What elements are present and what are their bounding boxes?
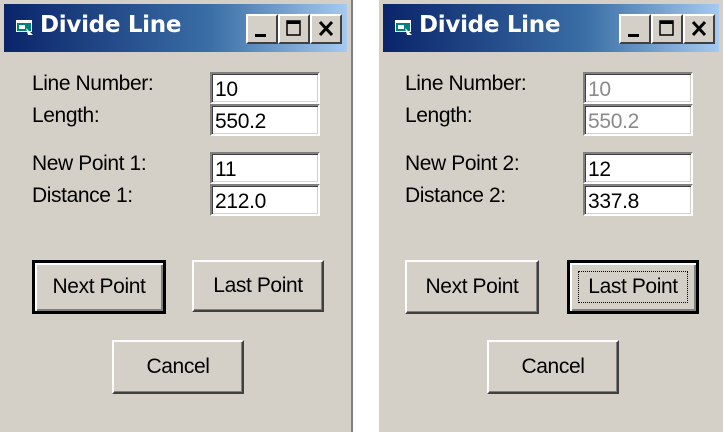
maximize-icon: [286, 20, 301, 36]
close-button[interactable]: [683, 14, 715, 44]
window-title: Divide Line: [419, 12, 561, 38]
last-point-label: Last Point: [213, 274, 303, 297]
minimize-icon: [628, 34, 639, 37]
length-field: 550.2: [583, 104, 693, 136]
minimize-button[interactable]: [246, 14, 278, 44]
next-point-button[interactable]: Next Point: [405, 260, 539, 314]
maximize-button[interactable]: [278, 14, 310, 44]
line-number-label: Line Number:: [32, 72, 154, 95]
line-number-label: Line Number:: [405, 72, 527, 95]
close-icon: [691, 20, 707, 37]
new-point-field[interactable]: 11: [210, 152, 320, 184]
maximize-button[interactable]: [651, 14, 683, 44]
cancel-label: Cancel: [521, 355, 585, 378]
length-field[interactable]: 550.2: [210, 104, 320, 136]
divide-line-dialog-right: Divide Line Line Number: Length: New Poi…: [377, 0, 723, 432]
length-label: Length:: [32, 104, 100, 127]
next-point-button[interactable]: Next Point: [32, 260, 166, 314]
distance-field[interactable]: 212.0: [210, 184, 320, 216]
last-point-button[interactable]: Last Point: [567, 260, 699, 314]
next-point-label: Next Point: [52, 275, 146, 298]
minimize-button[interactable]: [619, 14, 651, 44]
next-point-label: Next Point: [425, 275, 519, 298]
distance-label: Distance 2:: [405, 184, 506, 207]
cancel-button[interactable]: Cancel: [487, 340, 619, 394]
close-icon: [318, 20, 334, 37]
app-icon: [16, 20, 33, 35]
maximize-icon: [659, 20, 674, 36]
distance-label: Distance 1:: [32, 184, 133, 207]
minimize-icon: [255, 34, 266, 37]
line-number-field[interactable]: 10: [210, 72, 320, 104]
last-point-label: Last Point: [588, 275, 678, 298]
close-button[interactable]: [310, 14, 342, 44]
title-bar[interactable]: Divide Line: [383, 4, 719, 52]
window-title: Divide Line: [40, 12, 182, 38]
last-point-button[interactable]: Last Point: [192, 260, 324, 312]
cancel-label: Cancel: [146, 355, 210, 378]
cancel-button[interactable]: Cancel: [112, 340, 244, 394]
new-point-label: New Point 1:: [32, 152, 147, 175]
divide-line-dialog-left: Divide Line Line Number: Length: New Poi…: [0, 0, 353, 432]
new-point-label: New Point 2:: [405, 152, 520, 175]
new-point-field[interactable]: 12: [583, 152, 693, 184]
title-bar[interactable]: Divide Line: [4, 4, 347, 52]
app-icon: [395, 20, 412, 35]
length-label: Length:: [405, 104, 473, 127]
line-number-field: 10: [583, 72, 693, 104]
distance-field[interactable]: 337.8: [583, 184, 693, 216]
